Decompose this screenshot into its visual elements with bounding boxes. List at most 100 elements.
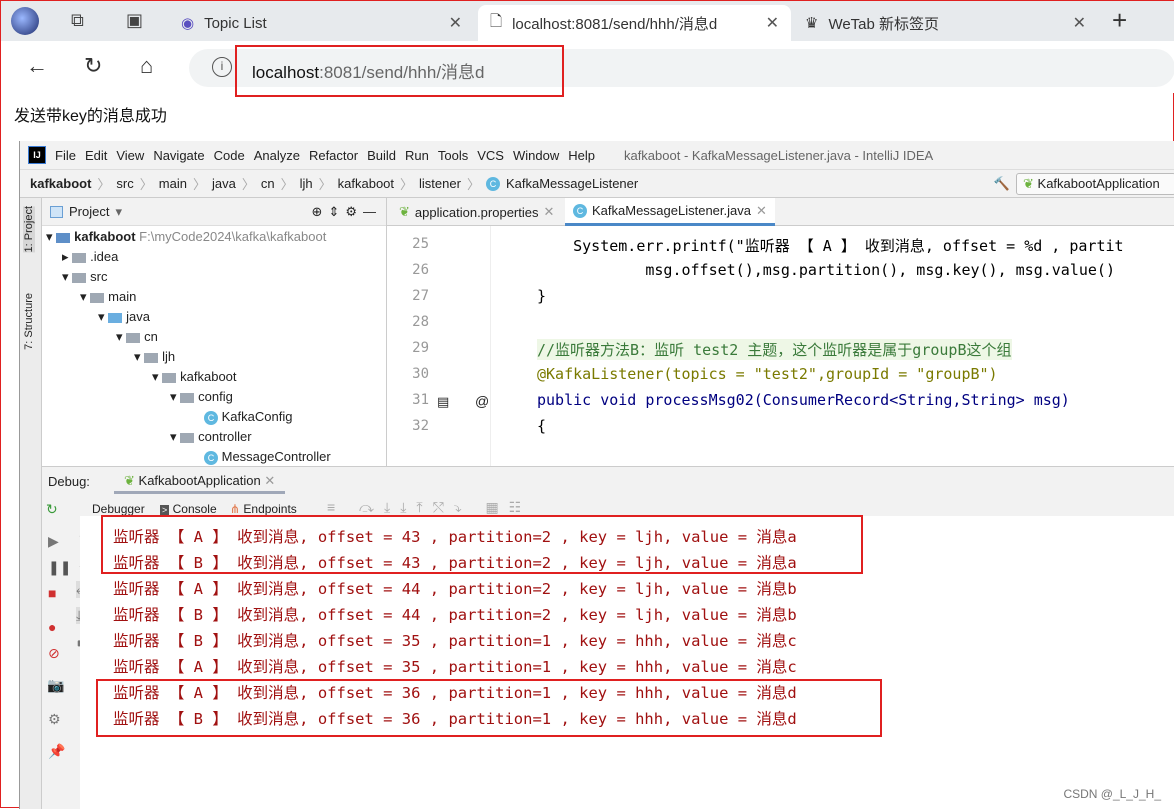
highlight-box-messages-d [96,679,882,737]
collapse-icon[interactable]: ⇕ [328,204,339,220]
menu-refactor[interactable]: Refactor [309,148,358,163]
settings-gear-icon[interactable]: ⚙ [345,204,357,220]
menu-code[interactable]: Code [214,148,245,163]
tree-item[interactable]: ▸ .idea [62,249,118,265]
minimize-icon[interactable]: — [363,204,376,219]
mute-breakpoints-icon[interactable]: ⊘ [48,645,60,662]
close-icon[interactable]: ✕ [766,13,779,33]
code-editor[interactable]: ❦ application.properties ✕ C KafkaMessageLi… [387,198,1174,466]
menu-vcs[interactable]: VCS [477,148,504,163]
console-line: 监听器 【 B 】 收到消息, offset = 44 , partition=… [113,606,797,624]
tree-item[interactable]: ▾ src [62,269,107,285]
rerun-icon[interactable]: ↻ [46,501,58,518]
stop-icon[interactable]: ■ [48,585,56,601]
workspaces-icon[interactable]: ⧉ [71,10,84,31]
console-line: 监听器 【 B 】 收到消息, offset = 35 , partition=… [113,632,797,650]
new-tab-button[interactable]: + [1112,5,1127,36]
crumb[interactable]: src [116,176,133,191]
tree-item[interactable]: ▾ java [98,309,150,325]
debug-session-tab[interactable]: ❦ KafkabootApplication ✕ [114,467,286,494]
camera-icon[interactable]: 📷 [47,677,64,694]
crumb[interactable]: KafkaMessageListener [506,176,638,191]
listener-gutter-icon[interactable]: ▤ [437,394,449,410]
close-icon[interactable]: ✕ [449,13,462,33]
spring-icon: ❦ [399,204,410,219]
tab-wetab[interactable]: ♛ WeTab 新标签页 ✕ [793,5,1098,41]
tab-actions-icon[interactable]: ▣ [126,10,143,31]
menu-navigate[interactable]: Navigate [153,148,204,163]
spring-icon: ❦ [1023,175,1034,191]
tab-label: Topic List [204,14,267,32]
line-number: 27 [412,288,429,304]
project-side-tab[interactable]: 1: Project [23,206,35,253]
tab-label: WeTab 新标签页 [828,15,940,33]
locate-icon[interactable]: ⊕ [312,204,323,220]
menu-edit[interactable]: Edit [85,148,107,163]
pause-icon[interactable]: ❚❚ [48,559,71,576]
pin-icon[interactable]: 📌 [48,743,65,760]
line-number: 25 [412,236,429,252]
crumb[interactable]: listener [419,176,461,191]
menu-run[interactable]: Run [405,148,429,163]
tree-item[interactable]: ▾ main [80,289,136,305]
tree-root[interactable]: ▾ kafkaboot F:\myCode2024\kafka\kafkaboo… [46,229,326,245]
run-config-select[interactable]: ❦ KafkabootApplication [1016,172,1174,195]
back-icon[interactable]: ← [26,53,48,79]
reload-icon[interactable]: ↻ [84,53,102,79]
tree-item[interactable]: ▾ ljh [134,349,175,365]
watermark: CSDN @_L_J_H_ [1063,787,1161,801]
line-number: 31 [412,392,429,408]
endpoints-icon: ⋔ [230,502,241,516]
settings-icon[interactable]: ⚙ [48,711,61,728]
info-icon[interactable]: i [212,57,232,77]
crumb[interactable]: main [159,176,187,191]
home-icon[interactable]: ⌂ [140,53,153,79]
browser-tab-bar: ⧉ ▣ ◉ Topic List ✕ 🗋 localhost:8081/send/hh… [1,1,1174,41]
menu-analyze[interactable]: Analyze [254,148,300,163]
page-message: 发送带key的消息成功 [14,108,167,125]
menu-bar: IJ File Edit View Navigate Code Analyze … [20,141,1174,169]
resume-icon[interactable]: ▶ [48,533,59,550]
tree-item[interactable]: ▾ config [170,389,233,405]
crumb[interactable]: cn [261,176,275,191]
tree-item[interactable]: ▾ cn [116,329,158,345]
line-number: 30 [412,366,429,382]
structure-side-tab[interactable]: 7: Structure [23,293,35,350]
debugger-tab[interactable]: Debugger [92,502,145,516]
tab-localhost[interactable]: 🗋 localhost:8081/send/hhh/消息d ✕ [478,5,791,41]
annotation-gutter-icon[interactable]: @ [475,393,489,409]
project-title[interactable]: Project [69,204,109,219]
project-header: Project ▾ ⊕ ⇕ ⚙ — [42,198,386,226]
console-line: 监听器 【 A 】 收到消息, offset = 44 , partition=… [113,580,797,598]
menu-window[interactable]: Window [513,148,559,163]
menu-view[interactable]: View [116,148,144,163]
tree-item[interactable]: ▾ controller [170,429,252,445]
endpoints-tab[interactable]: ⋔ Endpoints [230,502,297,516]
crumb[interactable]: kafkaboot [338,176,394,191]
menu-build[interactable]: Build [367,148,396,163]
tree-item[interactable]: C KafkaConfig [204,409,292,425]
menu-help[interactable]: Help [568,148,595,163]
line-number: 32 [412,418,429,434]
crumb[interactable]: ljh [300,176,313,191]
editor-tab-listener[interactable]: C KafkaMessageListener.java ✕ [565,198,775,226]
code-line: { [537,417,547,435]
crumb[interactable]: java [212,176,236,191]
menu-file[interactable]: File [55,148,76,163]
menu-tools[interactable]: Tools [438,148,468,163]
tree-item[interactable]: ▾ kafkaboot [152,369,237,385]
tree-item[interactable]: C MessageController [204,449,331,465]
console-icon: > [160,505,170,515]
profile-avatar[interactable] [11,7,39,35]
debug-toolbar[interactable]: ≡ ⤼⤓⤓⤒⤲⤵ ▦☷ [327,499,531,516]
wetab-icon: ♛ [805,15,819,32]
editor-tab-properties[interactable]: ❦ application.properties ✕ [391,198,562,226]
editor-tabs: ❦ application.properties ✕ C KafkaMessageLi… [387,198,1174,226]
build-hammer-icon[interactable]: 🔨 [994,176,1010,192]
code-line: System.err.printf("监听器 【 A 】 收到消息, offse… [537,237,1124,255]
tab-topic-list[interactable]: ◉ Topic List ✕ [169,5,474,41]
breakpoints-icon[interactable]: ● [48,619,56,635]
intellij-logo: IJ [28,146,46,164]
crumb[interactable]: kafkaboot [30,176,91,191]
close-icon[interactable]: ✕ [1073,13,1086,33]
